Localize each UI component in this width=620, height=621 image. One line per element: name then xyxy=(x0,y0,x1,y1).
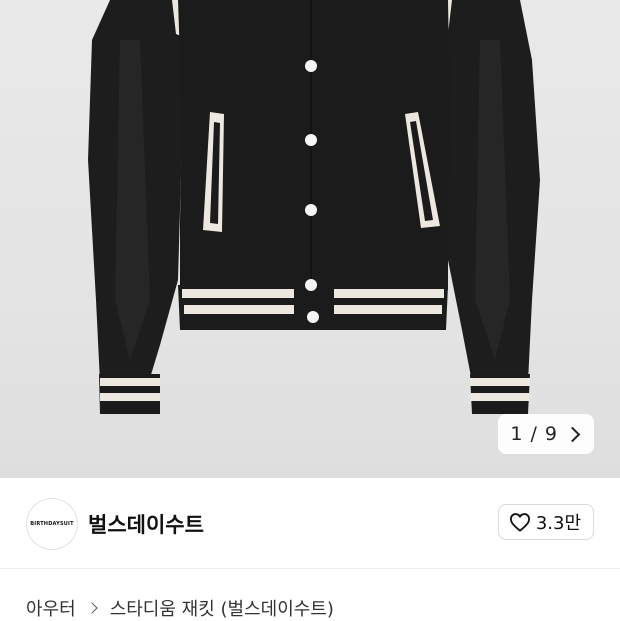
breadcrumb: 아우터 스타디움 재킷 (벌스데이수트) xyxy=(26,595,334,621)
like-button[interactable]: 3.3만 xyxy=(497,504,594,540)
divider xyxy=(0,568,620,569)
chevron-right-icon xyxy=(86,602,98,614)
brand-logo[interactable]: BIRTHDAYSUIT xyxy=(26,498,78,550)
breadcrumb-category[interactable]: 아우터 xyxy=(26,595,76,621)
page-current: 1 xyxy=(510,423,523,445)
brand-logo-text: BIRTHDAYSUIT xyxy=(30,521,74,527)
heart-icon xyxy=(509,513,530,532)
brand-row: BIRTHDAYSUIT 벌스데이수트 3.3만 xyxy=(0,478,620,568)
image-page-indicator[interactable]: 1 / 9 xyxy=(498,414,594,454)
product-image-gallery[interactable]: 1 / 9 xyxy=(0,0,620,478)
like-count: 3.3만 xyxy=(535,513,581,534)
brand-name[interactable]: 벌스데이수트 xyxy=(88,509,204,539)
breadcrumb-product[interactable]: 스타디움 재킷 (벌스데이수트) xyxy=(110,595,334,621)
page-total: 9 xyxy=(544,423,557,445)
page-separator: / xyxy=(530,423,537,445)
chevron-right-icon xyxy=(564,426,581,442)
product-image-varsity-jacket xyxy=(88,0,540,414)
